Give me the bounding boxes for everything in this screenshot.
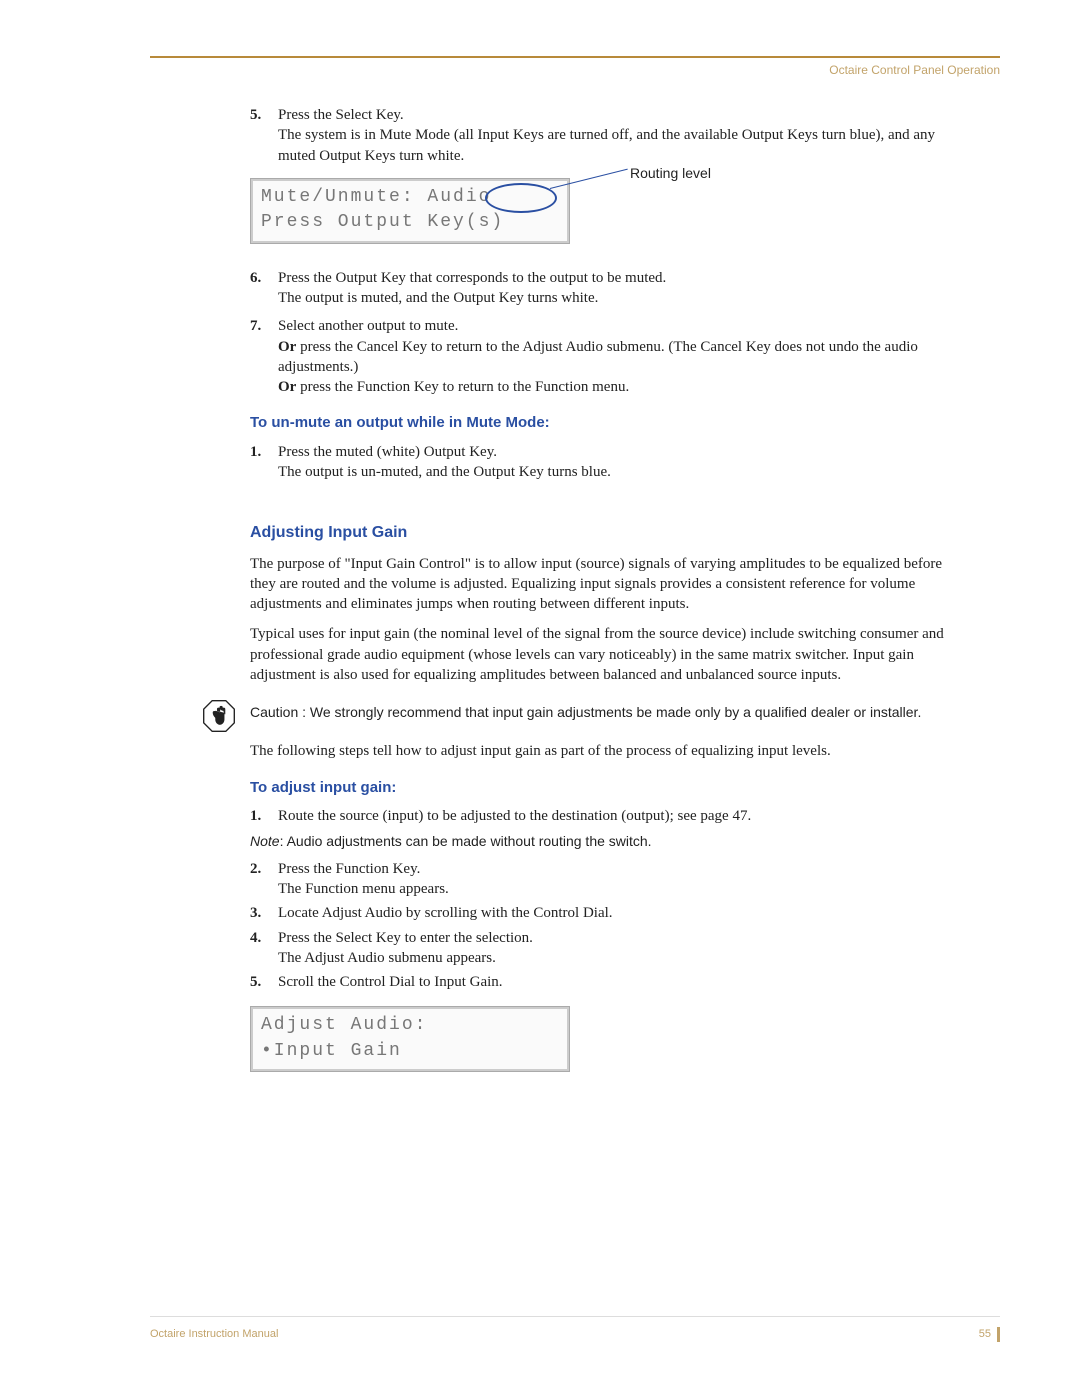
lcd-line-1: Adjust Audio: <box>261 1013 559 1038</box>
top-rule <box>150 56 1000 58</box>
step-text: The output is un-muted, and the Output K… <box>278 464 611 480</box>
note-text: : Audio adjustments can be made without … <box>280 833 652 849</box>
step-4-adjust: 4. Press the Select Key to enter the sel… <box>250 928 950 969</box>
footer-page-number: 55 <box>979 1327 1000 1342</box>
step-7: 7. Select another output to mute. Or pre… <box>250 316 950 397</box>
step-5-adjust: 5. Scroll the Control Dial to Input Gain… <box>250 972 950 992</box>
steps-adjust: 1. Route the source (input) to be adjust… <box>250 806 950 826</box>
callout-label: Routing level <box>630 164 711 183</box>
step-text: press the Function Key to return to the … <box>296 379 629 395</box>
caution-text: Caution : We strongly recommend that inp… <box>250 704 921 720</box>
step-text: Press the Select Key. <box>278 107 404 123</box>
steps-unmute: 1. Press the muted (white) Output Key. T… <box>250 442 950 483</box>
step-text: Select another output to mute. <box>278 318 458 334</box>
step-3-adjust: 3. Locate Adjust Audio by scrolling with… <box>250 903 950 923</box>
step-number: 5. <box>250 972 274 992</box>
step-number: 1. <box>250 442 274 462</box>
step-text: Locate Adjust Audio by scrolling with th… <box>278 905 613 921</box>
paragraph: The following steps tell how to adjust i… <box>250 741 950 761</box>
heading-input-gain: Adjusting Input Gain <box>250 522 950 544</box>
step-number: 6. <box>250 268 274 288</box>
bold-or: Or <box>278 379 296 395</box>
paragraph: The purpose of "Input Gain Control" is t… <box>250 554 950 615</box>
step-1-adjust: 1. Route the source (input) to be adjust… <box>250 806 950 826</box>
steps-adjust-2: 2. Press the Function Key. The Function … <box>250 859 950 993</box>
step-text: The Function menu appears. <box>278 881 449 897</box>
steps-6-7: 6. Press the Output Key that corresponds… <box>250 268 950 398</box>
step-1-unmute: 1. Press the muted (white) Output Key. T… <box>250 442 950 483</box>
step-number: 5. <box>250 105 274 125</box>
heading-unmute: To un-mute an output while in Mute Mode: <box>250 413 950 433</box>
step-text: Scroll the Control Dial to Input Gain. <box>278 974 503 990</box>
step-text: The system is in Mute Mode (all Input Ke… <box>278 127 935 163</box>
page-footer: Octaire Instruction Manual 55 <box>150 1316 1000 1342</box>
caution-hand-icon <box>202 699 236 739</box>
note-label: Note <box>250 833 280 849</box>
lcd-line-2: Press Output Key(s) <box>261 210 559 235</box>
step-text: Press the Function Key. <box>278 861 420 877</box>
heading-adjust-gain: To adjust input gain: <box>250 778 950 798</box>
step-number: 4. <box>250 928 274 948</box>
content-area: 5. Press the Select Key. The system is i… <box>250 105 950 1090</box>
step-number: 7. <box>250 316 274 336</box>
steps-continued: 5. Press the Select Key. The system is i… <box>250 105 950 166</box>
step-text: press the Cancel Key to return to the Ad… <box>278 339 918 375</box>
step-number: 2. <box>250 859 274 879</box>
step-text: The output is muted, and the Output Key … <box>278 290 598 306</box>
callout-circle <box>485 183 557 213</box>
lcd-screen: Mute/Unmute: Audio Press Output Key(s) <box>250 178 570 244</box>
step-6: 6. Press the Output Key that corresponds… <box>250 268 950 309</box>
step-number: 1. <box>250 806 274 826</box>
step-text: Press the muted (white) Output Key. <box>278 444 497 460</box>
step-text: Press the Output Key that corresponds to… <box>278 270 666 286</box>
page: Octaire Control Panel Operation 5. Press… <box>0 0 1080 1397</box>
step-text: The Adjust Audio submenu appears. <box>278 950 496 966</box>
lcd-line-2: •Input Gain <box>261 1039 559 1064</box>
paragraph: Typical uses for input gain (the nominal… <box>250 624 950 685</box>
caution-block: Caution : We strongly recommend that inp… <box>250 703 950 723</box>
step-2-adjust: 2. Press the Function Key. The Function … <box>250 859 950 900</box>
header-section-title: Octaire Control Panel Operation <box>829 62 1000 78</box>
lcd-display-2: Adjust Audio: •Input Gain <box>250 1006 950 1076</box>
step-text: Route the source (input) to be adjusted … <box>278 808 751 824</box>
step-number: 3. <box>250 903 274 923</box>
lcd-screen: Adjust Audio: •Input Gain <box>250 1006 570 1072</box>
footer-manual-name: Octaire Instruction Manual <box>150 1328 278 1340</box>
step-text: Press the Select Key to enter the select… <box>278 930 533 946</box>
lcd-display-1: Mute/Unmute: Audio Press Output Key(s) R… <box>250 178 950 254</box>
step-5: 5. Press the Select Key. The system is i… <box>250 105 950 166</box>
note-line: Note: Audio adjustments can be made with… <box>250 832 950 851</box>
bold-or: Or <box>278 339 296 355</box>
